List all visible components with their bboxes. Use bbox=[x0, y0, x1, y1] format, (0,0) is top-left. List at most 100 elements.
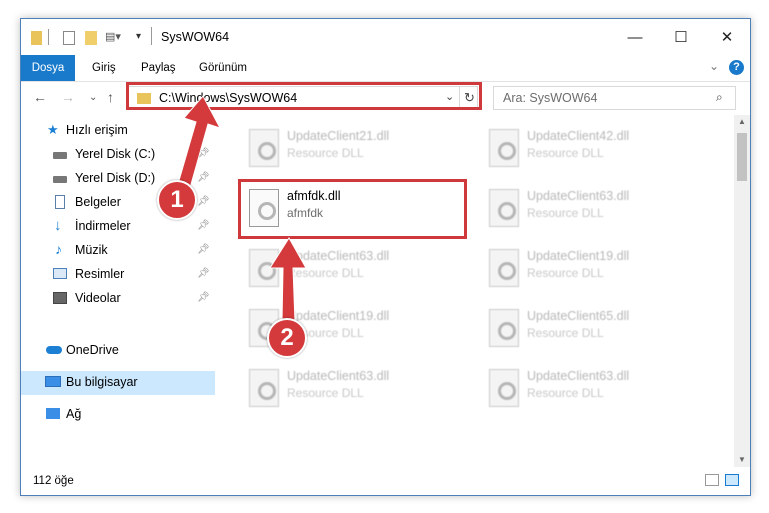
maximize-button[interactable]: ☐ bbox=[658, 19, 704, 55]
tab-home[interactable]: Giriş bbox=[92, 55, 116, 81]
dll-file-icon bbox=[489, 369, 519, 407]
sidebar-item-network[interactable]: Ağ bbox=[21, 403, 215, 427]
drive-icon bbox=[53, 152, 67, 159]
file-description: Resource DLL bbox=[527, 326, 604, 340]
file-description: Resource DLL bbox=[527, 386, 604, 400]
sidebar-item-label: İndirmeler bbox=[75, 219, 131, 233]
sidebar-item-label: Belgeler bbox=[75, 195, 121, 209]
dll-file-icon bbox=[249, 129, 279, 167]
dll-file-icon bbox=[249, 369, 279, 407]
file-description: Resource DLL bbox=[527, 266, 604, 280]
file-highlight-box bbox=[238, 179, 467, 239]
sidebar-item-label: Resimler bbox=[75, 267, 125, 281]
sidebar-item-label: OneDrive bbox=[66, 343, 119, 357]
sidebar-item-label: Videolar bbox=[75, 291, 121, 305]
sidebar-item-onedrive[interactable]: OneDrive bbox=[21, 339, 215, 363]
item-count: 112 öğe bbox=[33, 475, 74, 487]
divider bbox=[151, 27, 152, 45]
star-icon: ★ bbox=[47, 122, 59, 137]
download-icon: ↓ bbox=[54, 217, 62, 234]
file-name: UpdateClient63.dll bbox=[287, 369, 390, 383]
file-name: UpdateClient19.dll bbox=[527, 249, 630, 263]
pin-icon[interactable]: 📌︎ bbox=[197, 196, 210, 207]
sidebar-item-label: Ağ bbox=[66, 407, 82, 421]
file-name: UpdateClient63.dll bbox=[527, 189, 630, 203]
pin-icon[interactable]: 📌︎ bbox=[197, 220, 210, 231]
qa-customize-icon[interactable]: ▤▾ bbox=[105, 30, 121, 43]
list-item[interactable]: UpdateClient19.dll Resource DLL bbox=[479, 241, 709, 297]
sidebar-item-local-disk-c[interactable]: Yerel Disk (C:) 📌︎ bbox=[21, 143, 215, 167]
tab-file[interactable]: Dosya bbox=[21, 55, 75, 81]
file-description: Resource DLL bbox=[527, 146, 604, 160]
file-name: UpdateClient19.dll bbox=[287, 309, 390, 323]
sidebar-item-quick-access[interactable]: ★ Hızlı erişim bbox=[21, 119, 215, 143]
pictures-icon bbox=[53, 268, 67, 279]
dll-file-icon bbox=[489, 309, 519, 347]
list-item[interactable]: UpdateClient63.dll Resource DLL bbox=[239, 241, 469, 297]
qa-dropdown-icon[interactable]: ▾ bbox=[136, 31, 141, 42]
pin-icon[interactable]: 📌︎ bbox=[197, 172, 210, 183]
sidebar-item-label: Müzik bbox=[75, 243, 108, 257]
expand-ribbon-icon[interactable]: ⌄ bbox=[709, 59, 719, 73]
close-button[interactable]: ✕ bbox=[704, 19, 750, 55]
window-title: SysWOW64 bbox=[161, 30, 230, 44]
file-name: UpdateClient21.dll bbox=[287, 129, 390, 143]
list-item[interactable]: UpdateClient65.dll Resource DLL bbox=[479, 301, 709, 357]
list-item[interactable]: UpdateClient63.dll Resource DLL bbox=[479, 361, 709, 417]
sidebar-item-label: Hızlı erişim bbox=[66, 123, 128, 137]
videos-icon bbox=[53, 292, 67, 304]
step-1-badge: 1 bbox=[157, 180, 197, 220]
dll-file-icon bbox=[489, 249, 519, 287]
navigation-pane: ★ Hızlı erişim Yerel Disk (C:) 📌︎ Yerel … bbox=[21, 115, 215, 467]
sidebar-item-pictures[interactable]: Resimler 📌︎ bbox=[21, 263, 215, 287]
sidebar-item-videos[interactable]: Videolar 📌︎ bbox=[21, 287, 215, 311]
help-icon[interactable]: ? bbox=[729, 60, 744, 75]
computer-icon bbox=[45, 376, 61, 387]
list-item[interactable]: UpdateClient21.dll Resource DLL bbox=[239, 121, 469, 177]
scroll-thumb[interactable] bbox=[737, 133, 747, 181]
file-description: Resource DLL bbox=[287, 266, 364, 280]
details-view-icon[interactable] bbox=[705, 474, 719, 486]
pin-icon[interactable]: 📌︎ bbox=[197, 148, 210, 159]
vertical-scrollbar[interactable]: ▲ ▼ bbox=[734, 115, 750, 467]
file-description: Resource DLL bbox=[287, 386, 364, 400]
list-item[interactable]: UpdateClient63.dll Resource DLL bbox=[479, 181, 709, 237]
file-name: UpdateClient63.dll bbox=[287, 249, 390, 263]
sidebar-item-label: Bu bilgisayar bbox=[66, 375, 138, 389]
dll-file-icon bbox=[489, 189, 519, 227]
recent-chevron-icon[interactable]: ⌄ bbox=[89, 92, 97, 103]
tab-view[interactable]: Görünüm bbox=[199, 55, 247, 81]
scroll-up-icon[interactable]: ▲ bbox=[738, 117, 746, 126]
divider bbox=[48, 29, 49, 45]
minimize-button[interactable]: — bbox=[612, 19, 658, 55]
file-name: UpdateClient63.dll bbox=[527, 369, 630, 383]
back-arrow-icon[interactable]: ← bbox=[33, 89, 47, 105]
ribbon: Dosya Giriş Paylaş Görünüm ⌄ ? bbox=[21, 55, 750, 82]
title-bar: ▤▾ ▾ SysWOW64 — ☐ ✕ bbox=[21, 19, 750, 55]
new-folder-icon[interactable] bbox=[85, 31, 97, 45]
cloud-icon bbox=[46, 346, 62, 354]
sidebar-item-label: Yerel Disk (D:) bbox=[75, 171, 156, 185]
file-description: Resource DLL bbox=[287, 146, 364, 160]
step-2-badge: 2 bbox=[267, 318, 307, 358]
properties-icon[interactable] bbox=[63, 31, 75, 45]
pin-icon[interactable]: 📌︎ bbox=[197, 244, 210, 255]
list-item[interactable]: UpdateClient42.dll Resource DLL bbox=[479, 121, 709, 177]
pin-icon[interactable]: 📌︎ bbox=[197, 292, 210, 303]
forward-arrow-icon[interactable]: → bbox=[61, 89, 75, 105]
search-placeholder: Ara: SysWOW64 bbox=[503, 91, 598, 105]
search-box[interactable]: Ara: SysWOW64 ⌕ bbox=[493, 86, 736, 110]
tiles-view-icon[interactable] bbox=[725, 474, 739, 486]
documents-icon bbox=[55, 195, 65, 209]
scroll-down-icon[interactable]: ▼ bbox=[738, 455, 746, 464]
sidebar-item-music[interactable]: ♪ Müzik 📌︎ bbox=[21, 239, 215, 263]
sidebar-item-this-pc[interactable]: Bu bilgisayar bbox=[21, 371, 215, 395]
pin-icon[interactable]: 📌︎ bbox=[197, 268, 210, 279]
search-icon[interactable]: ⌕ bbox=[716, 90, 723, 105]
sidebar-item-downloads[interactable]: ↓ İndirmeler 📌︎ bbox=[21, 215, 215, 239]
status-bar: 112 öğe bbox=[21, 467, 750, 495]
list-item[interactable]: UpdateClient63.dll Resource DLL bbox=[239, 361, 469, 417]
tab-share[interactable]: Paylaş bbox=[141, 55, 176, 81]
dll-file-icon bbox=[489, 129, 519, 167]
up-arrow-icon[interactable]: ↑ bbox=[107, 89, 114, 105]
